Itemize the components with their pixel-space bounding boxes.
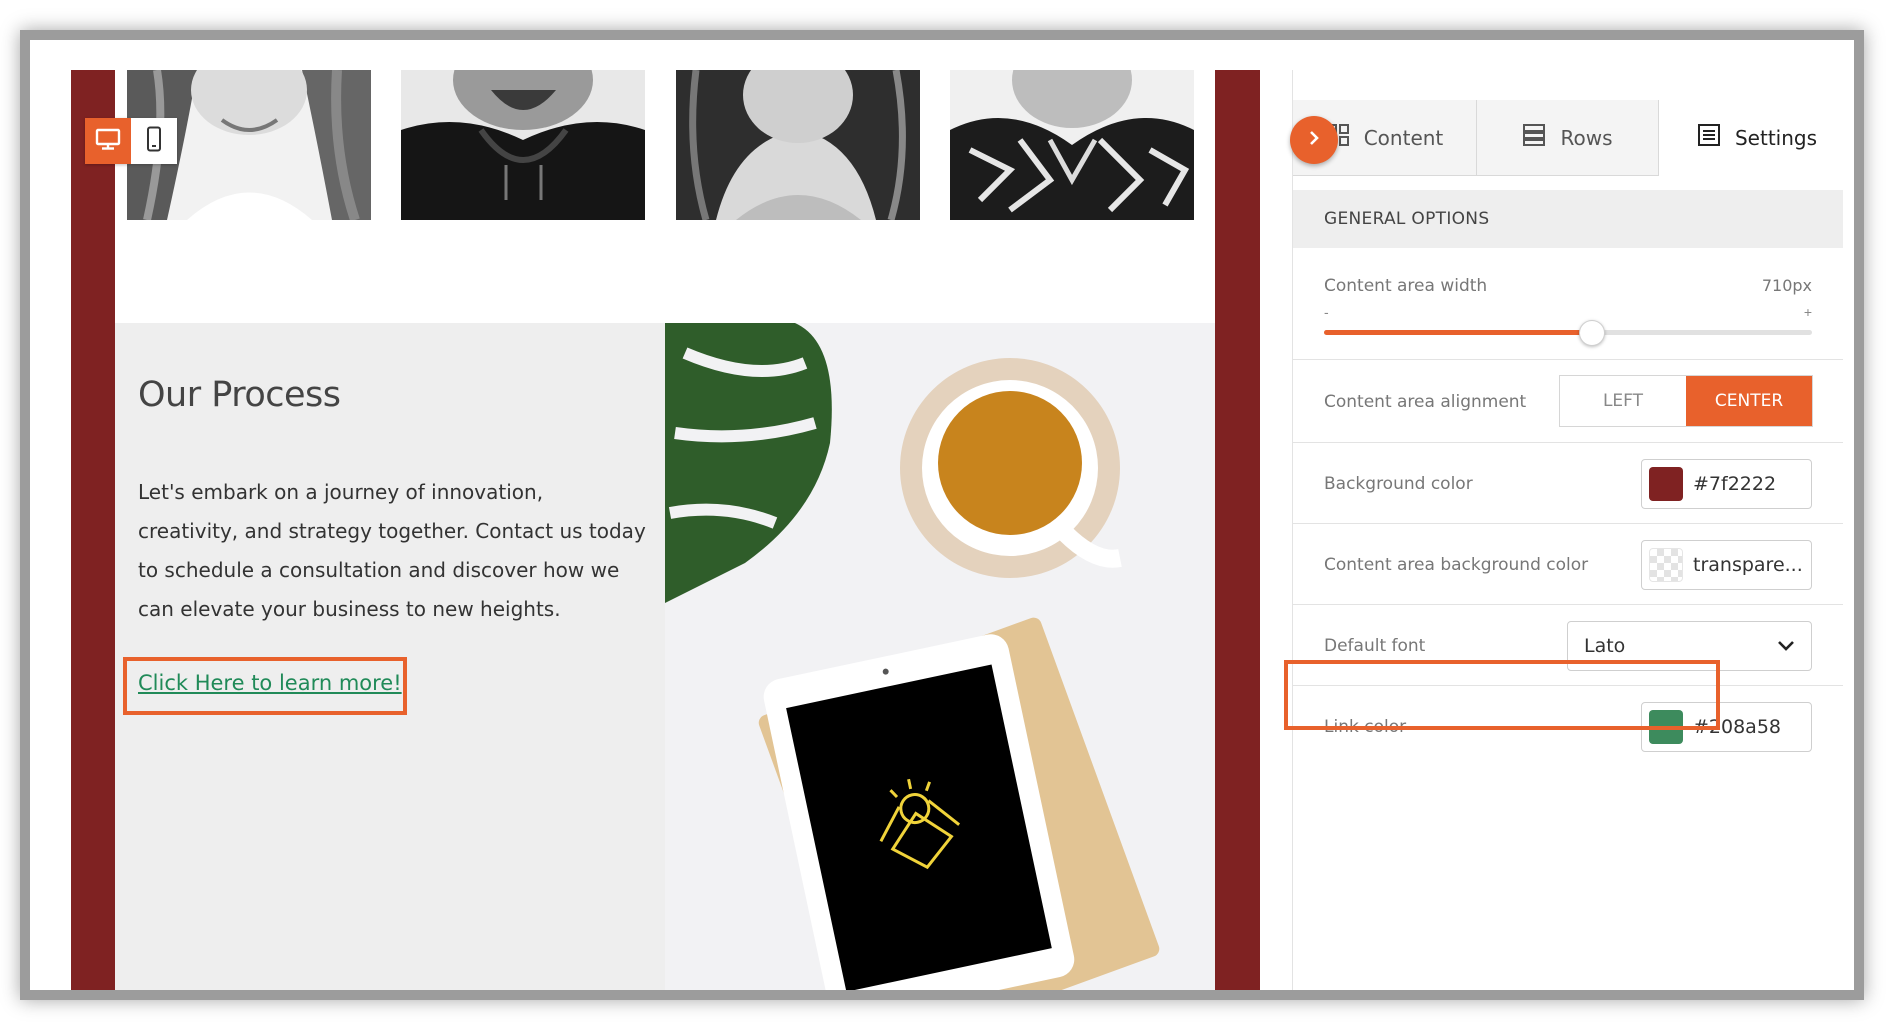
device-toggle: [85, 118, 177, 164]
slider-plus: +: [1803, 304, 1812, 320]
tab-rows[interactable]: Rows: [1477, 100, 1659, 176]
desktop-view-button[interactable]: [85, 118, 131, 164]
collapse-sidebar-button[interactable]: [1290, 116, 1338, 164]
transparent-swatch: [1649, 548, 1683, 582]
content-bg-color-value: transpare...: [1693, 554, 1803, 576]
process-body: Let's embark on a journey of innovation,…: [138, 480, 646, 621]
learn-more-link[interactable]: Click Here to learn more!: [138, 671, 402, 695]
process-title: Our Process: [138, 375, 341, 415]
team-photo-3[interactable]: [676, 70, 920, 220]
content-alignment-row: Content area alignment LEFT CENTER: [1293, 360, 1843, 443]
rows-icon: [1522, 123, 1546, 152]
default-font-value: Lato: [1584, 635, 1626, 657]
align-left-button[interactable]: LEFT: [1560, 376, 1686, 426]
background-color-value: #7f2222: [1693, 473, 1777, 495]
tab-rows-label: Rows: [1560, 125, 1613, 150]
slider-minus: -: [1324, 304, 1329, 320]
link-color-highlight-box: [1284, 660, 1720, 730]
screenshot-frame: Our Process Let's embark on a journey of…: [20, 30, 1864, 1000]
process-text-block[interactable]: Our Process Let's embark on a journey of…: [115, 323, 665, 990]
mobile-icon: [146, 126, 162, 157]
email-canvas[interactable]: Our Process Let's embark on a journey of…: [71, 70, 1260, 990]
workspace-image[interactable]: [665, 323, 1215, 990]
content-width-label: Content area width: [1324, 276, 1488, 296]
background-color-row: Background color #7f2222: [1293, 443, 1843, 524]
content-bg-color-picker[interactable]: transpare...: [1641, 540, 1812, 590]
team-photo-2[interactable]: [401, 70, 645, 220]
background-color-swatch: [1649, 467, 1683, 501]
app-window: Our Process Let's embark on a journey of…: [30, 40, 1854, 990]
desktop-icon: [95, 128, 121, 155]
settings-doc-icon: [1697, 123, 1721, 152]
chevron-down-icon: [1777, 635, 1795, 657]
content-bg-color-row: Content area background color transpare.…: [1293, 524, 1843, 605]
alignment-toggle-group: LEFT CENTER: [1559, 375, 1813, 427]
background-color-picker[interactable]: #7f2222: [1641, 459, 1812, 509]
sidebar-tabs: Content Rows Settings: [1293, 100, 1854, 176]
general-options-header: GENERAL OPTIONS: [1293, 190, 1843, 248]
settings-sidebar: Content Rows Settings GENERAL OPTIONS Co…: [1292, 70, 1854, 990]
slider-fill: [1324, 330, 1593, 335]
background-color-label: Background color: [1324, 474, 1473, 494]
content-alignment-label: Content area alignment: [1324, 392, 1527, 412]
mobile-view-button[interactable]: [131, 118, 177, 164]
slider-thumb[interactable]: [1579, 320, 1606, 346]
chevron-right-icon: [1307, 129, 1321, 152]
tab-settings-label: Settings: [1734, 125, 1818, 150]
team-photo-4[interactable]: [950, 70, 1194, 220]
content-bg-color-label: Content area background color: [1324, 555, 1589, 575]
default-font-label: Default font: [1324, 636, 1426, 656]
tab-settings[interactable]: Settings: [1659, 100, 1854, 176]
content-width-slider[interactable]: [1324, 320, 1812, 346]
content-width-row: Content area width 710px - +: [1293, 248, 1843, 360]
tab-content-label: Content: [1363, 125, 1444, 150]
align-center-button[interactable]: CENTER: [1686, 376, 1812, 426]
content-width-value: 710px: [1761, 276, 1812, 295]
email-content-area: Our Process Let's embark on a journey of…: [115, 70, 1215, 990]
